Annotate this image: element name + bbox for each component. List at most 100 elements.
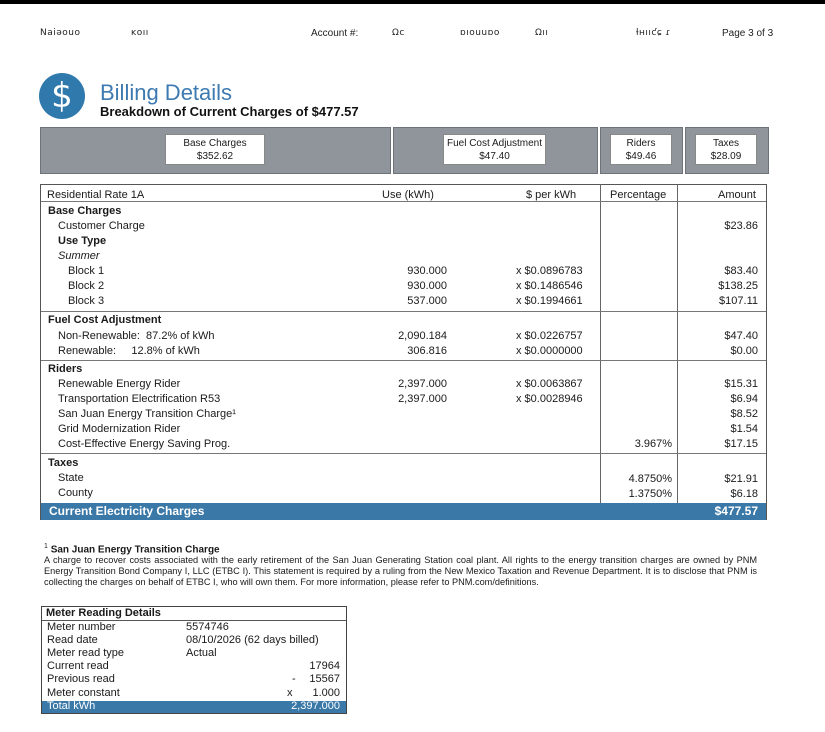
block-2-use: 930.000 [407,280,447,292]
summary-taxes-value: $28.09 [710,151,742,162]
block-1-use: 930.000 [407,265,447,277]
footnote-marker: 1 [44,543,48,550]
rider-5-label: Cost-Effective Energy Saving Prog. [58,438,231,450]
rider-5-pct: 3.967% [634,438,672,450]
rate-name: Residential Rate 1A [47,189,145,201]
footnote-text: A charge to recover costs associated wit… [44,555,757,587]
riders-heading: Riders [48,363,83,375]
renewable-rate: x $0.0000000 [516,345,583,357]
total-kwh-value: 2,397.000 [291,700,340,712]
meter-heading: Meter Reading Details [46,607,161,619]
amount-column-header: Amount [718,189,756,201]
rider-1-amount: $15.31 [724,378,758,390]
fuel-section-divider [41,360,766,361]
summary-card-taxes: Taxes $28.09 [695,134,757,165]
rider-2-amount: $6.94 [730,393,758,405]
state-tax-pct: 4.8750% [628,473,672,485]
state-tax-label: State [58,472,84,484]
read-date-value: 08/10/2026 (62 days billed) [186,634,319,646]
meter-read-type-label: Meter read type [47,647,125,659]
meter-number-value: 5574746 [186,621,229,633]
meter-constant-label: Meter constant [47,687,120,699]
dollar-circle-icon: $ [39,73,85,119]
use-type-label: Use Type [58,235,107,247]
block-2-label: Block 2 [68,280,105,292]
page-number: Page 3 of 3 [722,28,774,39]
block-1-rate: x $0.0896783 [516,265,583,277]
customer-charge-amount: $23.86 [724,220,758,232]
header-scribble-1: ɒıouuɒo [460,28,500,38]
rider-3-label: San Juan Energy Transition Charge¹ [58,408,236,420]
amount-column-divider [677,184,678,520]
total-kwh-label: Total kWh [47,700,96,712]
total-kwh-bar: Total kWh 2,397.000 [42,700,346,713]
summary-card-riders: Riders $49.46 [610,134,672,165]
renewable-use: 306.816 [407,345,447,357]
block-1-label: Block 1 [68,265,105,277]
customer-charge-label: Customer Charge [58,220,145,232]
footnote-title-text: San Juan Energy Transition Charge [50,544,220,556]
base-section-divider [41,311,766,312]
account-label: Account #: [311,28,359,39]
summary-card-base: Base Charges $352.62 [165,134,265,165]
customer-name-value: ĸoıı [131,28,149,38]
previous-read-label: Previous read [47,673,115,685]
meter-read-type-value: Actual [186,647,217,659]
customer-name-label: Naiǝouo [40,28,81,38]
meter-constant-value: 1.000 [312,687,340,699]
account-value: Ωc [392,28,405,38]
rider-5-amount: $17.15 [724,438,758,450]
base-charges-heading: Base Charges [48,205,122,217]
county-tax-amount: $6.18 [730,488,758,500]
top-border [0,0,825,4]
state-tax-amount: $21.91 [724,473,758,485]
non-renewable-amount: $47.40 [724,330,758,342]
rider-2-rate: x $0.0028946 [516,393,583,405]
previous-read-value: 15567 [309,673,340,685]
total-charges-amount: $477.57 [714,504,758,518]
summary-riders-value: $49.46 [625,151,657,162]
meter-number-label: Meter number [47,621,116,633]
pct-column-header: Percentage [610,189,667,201]
pct-column-divider [600,184,601,520]
rate-column-header: $ per kWh [526,189,577,201]
rider-3-amount: $8.52 [730,408,758,420]
total-charges-label: Current Electricity Charges [49,504,205,518]
read-date-label: Read date [47,634,98,646]
rider-1-label: Renewable Energy Rider [58,378,181,390]
rider-4-label: Grid Modernization Rider [58,423,181,435]
rider-2-label: Transportation Electrification R53 [58,393,221,405]
page-title: Billing Details [100,80,233,105]
summary-riders-label: Riders [626,138,656,149]
non-renewable-use: 2,090.184 [398,330,447,342]
county-tax-pct: 1.3750% [628,488,672,500]
summary-base-label: Base Charges [183,138,247,149]
current-read-value: 17964 [309,660,340,672]
rider-1-rate: x $0.0063867 [516,378,583,390]
block-3-amount: $107.11 [719,295,758,307]
summary-taxes-label: Taxes [712,138,740,149]
footnote-title: 1 San Juan Energy Transition Charge [44,543,220,555]
summary-fuel-label: Fuel Cost Adjustment [446,138,543,149]
block-1-amount: $83.40 [724,265,758,277]
season-label: Summer [58,250,100,262]
summary-card-fuel: Fuel Cost Adjustment $47.40 [443,134,546,165]
summary-fuel-value: $47.40 [479,151,510,162]
block-2-rate: x $0.1486546 [516,280,583,292]
current-read-label: Current read [47,660,109,672]
rider-4-amount: $1.54 [730,423,758,435]
renewable-label: Renewable: 12.8% of kWh [58,345,200,357]
block-3-rate: x $0.1994661 [516,295,583,307]
county-tax-label: County [58,487,93,499]
block-3-use: 537.000 [407,295,447,307]
page-subtitle: Breakdown of Current Charges of $477.57 [100,104,359,119]
total-charges-bar: Current Electricity Charges $477.57 [41,503,766,520]
renewable-amount: $0.00 [730,345,758,357]
header-scribble-3: ƚʜııƈɕ ɾ [636,28,671,38]
header-scribble-2: Ωıı [535,28,549,38]
summary-base-value: $352.62 [196,151,234,162]
fuel-heading: Fuel Cost Adjustment [48,314,162,326]
non-renewable-label: Non-Renewable: 87.2% of kWh [58,330,215,342]
use-column-header: Use (kWh) [382,189,434,201]
block-2-amount: $138.25 [718,280,758,292]
